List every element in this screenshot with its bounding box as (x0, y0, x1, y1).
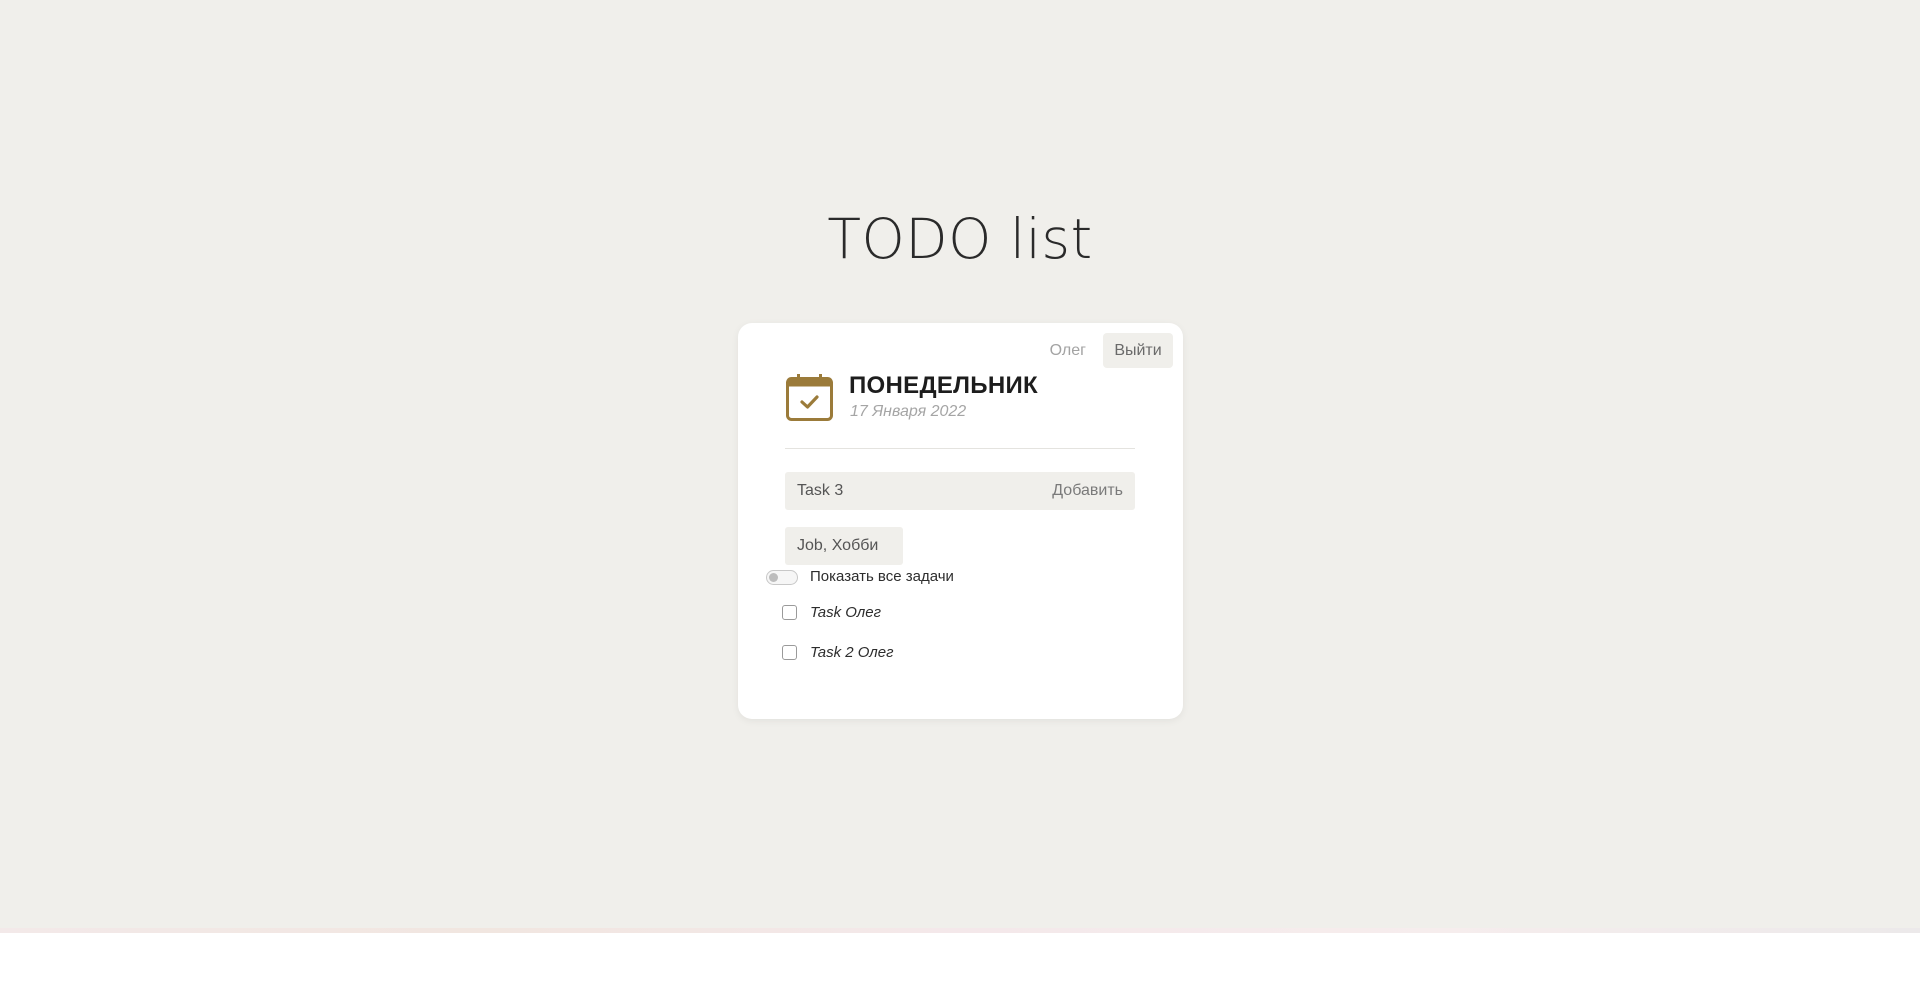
task-item: Task 2 Олег (738, 643, 1183, 663)
day-title: ПОНЕДЕЛЬНИК (849, 372, 1038, 399)
divider (785, 448, 1135, 449)
day-date: 17 Января 2022 (850, 403, 967, 420)
show-all-label: Показать все задачи (810, 568, 954, 585)
calendar-check-icon (786, 374, 833, 421)
bottom-strip-line (0, 928, 1920, 933)
todo-card: Олег Выйти ПОНЕДЕЛЬНИК 17 Января 2022 До… (738, 323, 1183, 719)
add-task-button[interactable]: Добавить (1052, 472, 1123, 510)
task-item: Task Олег (738, 603, 1183, 623)
app-title: TODO list (827, 207, 1093, 271)
user-name: Олег (1049, 342, 1086, 359)
task-label: Task Олег (810, 604, 881, 621)
new-task-input[interactable] (785, 472, 1045, 510)
show-all-toggle[interactable] (766, 570, 798, 585)
new-task-form: Добавить (785, 472, 1135, 510)
task-checkbox[interactable] (782, 605, 797, 620)
tags-input[interactable] (785, 527, 903, 565)
bottom-strip (0, 928, 1920, 991)
toggle-knob (769, 573, 778, 582)
task-checkbox[interactable] (782, 645, 797, 660)
task-label: Task 2 Олег (810, 644, 894, 661)
logout-button[interactable]: Выйти (1103, 333, 1173, 368)
